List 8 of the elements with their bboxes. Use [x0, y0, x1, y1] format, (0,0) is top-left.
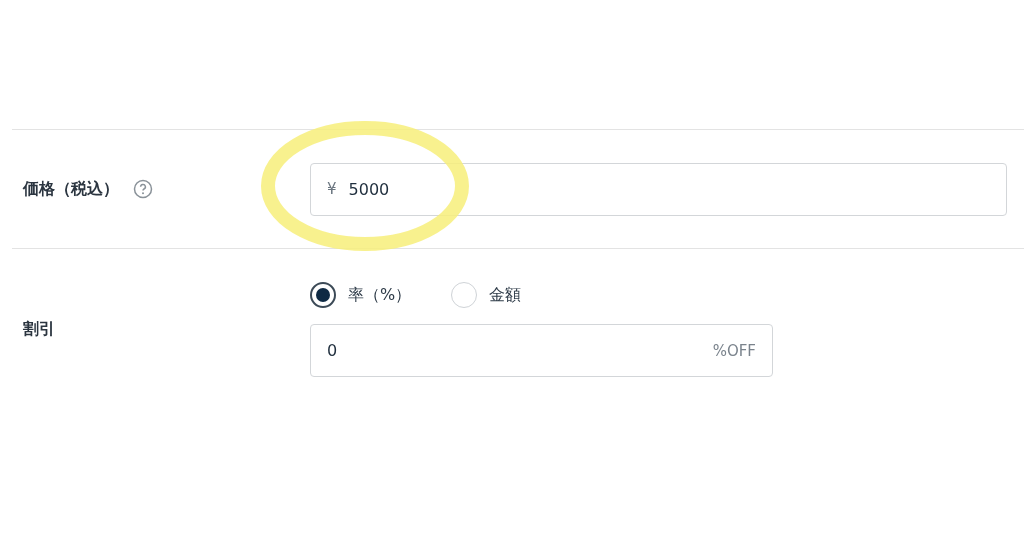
field-label: 割引: [23, 319, 55, 340]
field-label: 価格（税込）: [23, 178, 119, 200]
help-icon[interactable]: [133, 179, 153, 199]
radio-button[interactable]: [310, 282, 336, 308]
radio-option[interactable]: 率（%）: [310, 282, 412, 308]
discount-field[interactable]: 0 %OFF: [310, 324, 773, 377]
radio-option[interactable]: 金額: [451, 282, 522, 308]
price-field[interactable]: ¥ 5000: [310, 162, 1007, 216]
